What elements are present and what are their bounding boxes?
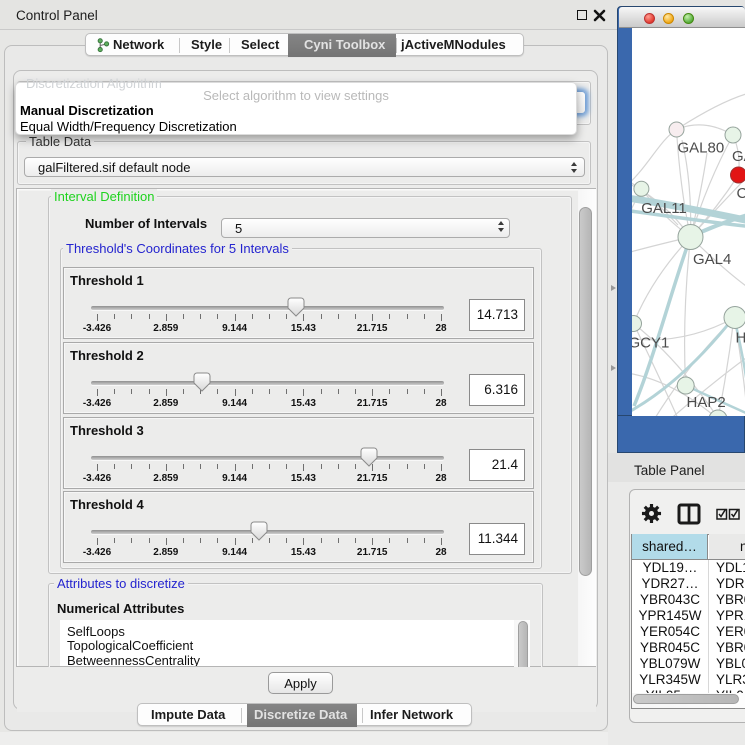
svg-text:GAL11: GAL11 bbox=[641, 200, 687, 217]
svg-text:GAL80: GAL80 bbox=[678, 140, 725, 157]
svg-text:GAL4: GAL4 bbox=[693, 251, 731, 268]
svg-text:GCY1: GCY1 bbox=[632, 335, 669, 352]
svg-text:HAP2: HAP2 bbox=[687, 394, 726, 411]
svg-text:GA: GA bbox=[732, 148, 745, 165]
svg-text:C: C bbox=[737, 185, 745, 202]
svg-text:H: H bbox=[736, 330, 745, 347]
